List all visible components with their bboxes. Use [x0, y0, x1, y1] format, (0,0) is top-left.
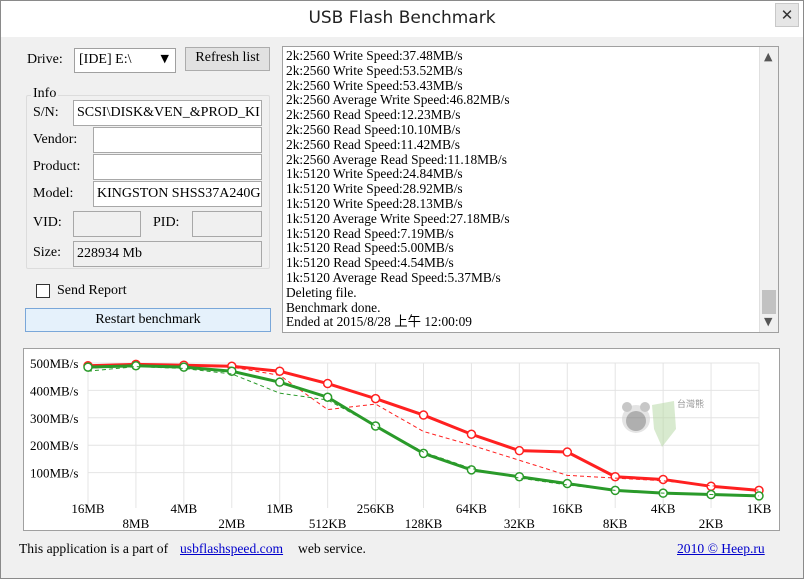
- x-tick-label: 16MB: [71, 501, 105, 516]
- read-data-point: [562, 447, 573, 457]
- y-tick-label: 200MB/s: [30, 438, 78, 453]
- write-data-point: [131, 360, 141, 371]
- size-field: 228934 Mb: [73, 241, 262, 267]
- x-tick-label: 8MB: [123, 516, 150, 530]
- read-data-point: [418, 410, 429, 420]
- log-line: Ended at 2015/8/28 上午 12:00:09: [286, 314, 472, 330]
- log-line: 1k:5120 Average Read Speed:5.37MB/s: [286, 269, 501, 285]
- usbflashspeed-link[interactable]: usbflashspeed.com: [180, 541, 283, 557]
- x-tick-label: 1MB: [266, 501, 293, 516]
- x-tick-label: 32KB: [504, 516, 535, 530]
- drive-selected-value: [IDE] E:\: [79, 52, 132, 67]
- read-data-point: [466, 429, 477, 439]
- vendor-field[interactable]: [93, 127, 262, 153]
- footer-suffix: web service.: [298, 541, 366, 556]
- chevron-down-icon: ▼: [160, 52, 169, 65]
- read-data-point: [370, 393, 381, 404]
- product-field[interactable]: [93, 154, 262, 180]
- model-field[interactable]: KINGSTON SHSS37A240G: [93, 181, 262, 207]
- y-tick-label: 500MB/s: [30, 356, 78, 371]
- product-label: Product:: [33, 159, 81, 174]
- footer-prefix: This application is a part of: [19, 541, 169, 556]
- size-label: Size:: [33, 245, 61, 260]
- title-bar: USB Flash Benchmark ✕: [1, 1, 803, 37]
- x-tick-label: 128KB: [405, 516, 443, 530]
- log-lines: 2k:2560 Write Speed:37.48MB/s 2k:2560 Wri…: [286, 48, 510, 330]
- write-data-point: [83, 362, 93, 372]
- log-line: 2k:2560 Write Speed:53.52MB/s: [286, 62, 463, 78]
- vid-label: VID:: [33, 215, 62, 230]
- x-tick-label: 16KB: [552, 501, 583, 516]
- log-textarea[interactable]: 2k:2560 Write Speed:37.48MB/s 2k:2560 Wri…: [282, 46, 779, 333]
- log-line: 1k:5120 Write Speed:28.13MB/s: [286, 195, 463, 211]
- scroll-down-icon[interactable]: ▼: [764, 315, 772, 328]
- restart-benchmark-button[interactable]: Restart benchmark: [25, 308, 271, 332]
- benchmark-window: USB Flash Benchmark ✕ Drive: [IDE] E:\ ▼…: [0, 0, 804, 579]
- y-tick-label: 300MB/s: [30, 411, 78, 426]
- write-data-point: [754, 491, 764, 501]
- sn-field[interactable]: SCSI\DISK&VEN_&PROD_KI: [73, 100, 262, 126]
- x-tick-label: 2MB: [218, 516, 245, 530]
- write-data-point: [274, 377, 285, 387]
- log-line: 2k:2560 Average Read Speed:11.18MB/s: [286, 151, 507, 167]
- read-data-point: [274, 366, 285, 376]
- read-data-point: [514, 445, 525, 456]
- log-line: 2k:2560 Read Speed:10.10MB/s: [286, 121, 461, 137]
- x-tick-label: 512KB: [309, 516, 347, 530]
- log-line: 1k:5120 Write Speed:24.84MB/s: [286, 166, 463, 182]
- log-line: 1k:5120 Write Speed:28.92MB/s: [286, 181, 463, 197]
- log-line: 2k:2560 Read Speed:11.42MB/s: [286, 136, 460, 152]
- x-tick-label: 8KB: [603, 516, 628, 530]
- log-line: 2k:2560 Average Write Speed:46.82MB/s: [286, 92, 510, 108]
- x-tick-label: 2KB: [699, 516, 724, 530]
- y-tick-label: 100MB/s: [30, 466, 78, 481]
- x-tick-label: 256KB: [357, 501, 395, 516]
- sn-label: S/N:: [33, 105, 59, 120]
- watermark-text: 台灣熊: [677, 399, 705, 409]
- refresh-list-button[interactable]: Refresh list: [185, 47, 270, 71]
- x-tick-label: 64KB: [456, 501, 487, 516]
- log-line: 1k:5120 Read Speed:7.19MB/s: [286, 225, 454, 241]
- read-data-point: [658, 474, 668, 485]
- log-line: 1k:5120 Average Write Speed:27.18MB/s: [286, 210, 510, 226]
- read-data-point: [322, 378, 333, 389]
- close-button[interactable]: ✕: [775, 3, 799, 27]
- model-label: Model:: [33, 186, 74, 201]
- log-line: 2k:2560 Write Speed:37.48MB/s: [286, 48, 463, 63]
- y-tick-label: 400MB/s: [30, 383, 78, 398]
- heep-link[interactable]: 2010 © Heep.ru: [677, 541, 765, 557]
- pid-label: PID:: [153, 215, 180, 230]
- log-line: Deleting file.: [286, 284, 357, 300]
- log-line: 2k:2560 Read Speed:12.23MB/s: [286, 107, 461, 123]
- drive-label: Drive:: [27, 52, 63, 67]
- info-legend: Info: [31, 86, 59, 102]
- window-title: USB Flash Benchmark: [308, 8, 496, 28]
- log-line: 2k:2560 Write Speed:53.43MB/s: [286, 77, 463, 93]
- scroll-up-icon[interactable]: ▲: [764, 50, 772, 63]
- write-data-point: [370, 421, 381, 431]
- read-data-point: [610, 471, 620, 482]
- log-scrollbar[interactable]: ▲ ▼: [759, 47, 778, 332]
- vid-field: [73, 211, 141, 237]
- write-data-point: [179, 362, 189, 372]
- send-report-checkbox[interactable]: [36, 284, 50, 298]
- write-data-point: [562, 478, 573, 489]
- write-data-point: [514, 471, 525, 482]
- x-tick-label: 4KB: [651, 501, 676, 516]
- bear-logo-watermark: [622, 401, 676, 447]
- drive-select[interactable]: [IDE] E:\ ▼: [74, 48, 176, 73]
- x-tick-label: 4MB: [170, 501, 197, 516]
- log-line: 1k:5120 Read Speed:4.54MB/s: [286, 255, 454, 271]
- x-tick-label: 1KB: [747, 501, 772, 516]
- scroll-thumb[interactable]: [762, 290, 776, 314]
- send-report-label: Send Report: [57, 283, 127, 298]
- log-line: 1k:5120 Read Speed:5.00MB/s: [286, 240, 454, 256]
- vendor-label: Vendor:: [33, 132, 78, 147]
- log-line: Benchmark done.: [286, 299, 381, 315]
- pid-field: [192, 211, 262, 237]
